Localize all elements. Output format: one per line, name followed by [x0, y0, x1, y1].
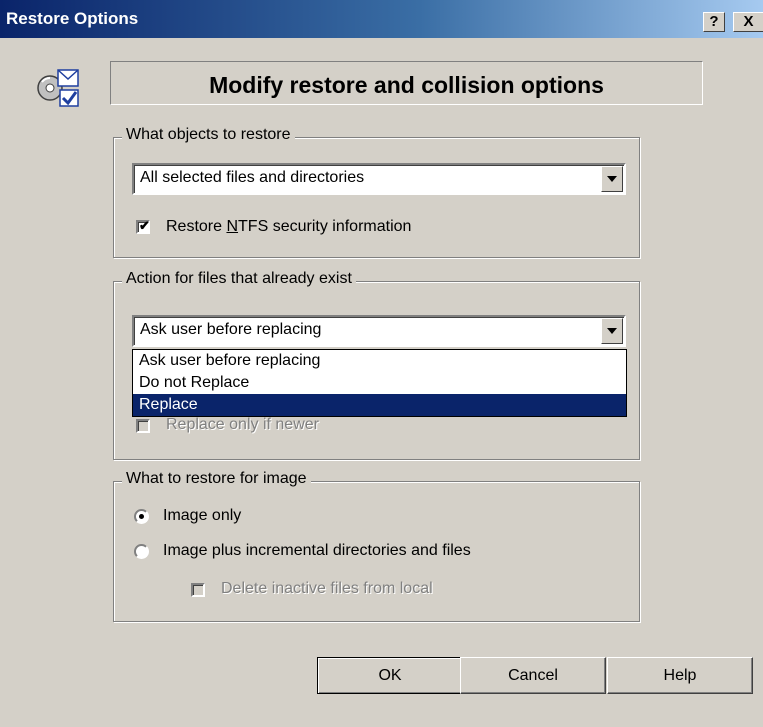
action-group-legend: Action for files that already exist	[122, 270, 356, 288]
chevron-down-icon[interactable]	[601, 166, 623, 192]
ntfs-label-part: TFS security information	[238, 218, 412, 235]
dropdown-option[interactable]: Ask user before replacing	[133, 350, 626, 372]
objects-select[interactable]: All selected files and directories	[132, 163, 626, 195]
image-only-label[interactable]: Image only	[163, 507, 241, 525]
close-icon[interactable]: X	[733, 12, 763, 32]
context-help-icon[interactable]: ?	[703, 12, 725, 32]
image-only-radio[interactable]	[134, 509, 149, 524]
objects-group-legend: What objects to restore	[122, 126, 295, 144]
image-group: What to restore for image Image only Ima…	[113, 470, 640, 622]
ok-button[interactable]: OK	[317, 657, 463, 694]
delete-inactive-label[interactable]: Delete inactive files from local	[221, 580, 433, 598]
dropdown-option[interactable]: Do not Replace	[133, 372, 626, 394]
action-dropdown-list[interactable]: Ask user before replacing Do not Replace…	[132, 349, 627, 417]
chevron-down-icon[interactable]	[601, 318, 623, 344]
ntfs-label[interactable]: Restore NTFS security information	[166, 218, 411, 236]
replace-if-newer-label[interactable]: Replace only if newer	[166, 416, 319, 434]
image-group-legend: What to restore for image	[122, 470, 311, 488]
delete-inactive-checkbox[interactable]	[191, 583, 205, 597]
objects-select-value: All selected files and directories	[140, 169, 365, 186]
radio-selected-dot	[139, 514, 144, 519]
ntfs-label-accelerator: N	[226, 218, 239, 235]
restore-options-dialog: Restore Options ? X Modify restore and c…	[0, 0, 763, 727]
page-title: Modify restore and collision options	[209, 72, 604, 98]
ntfs-label-part: Restore	[166, 218, 227, 235]
action-select-value: Ask user before replacing	[140, 321, 322, 338]
header-banner: Modify restore and collision options	[110, 61, 703, 105]
action-select[interactable]: Ask user before replacing	[132, 315, 626, 347]
restore-icon	[37, 69, 79, 107]
window-title: Restore Options	[6, 9, 139, 28]
dropdown-option-highlighted[interactable]: Replace	[133, 394, 626, 416]
checkmark-icon: ✔	[139, 218, 150, 233]
objects-group: What objects to restore All selected fil…	[113, 126, 640, 258]
image-plus-label[interactable]: Image plus incremental directories and f…	[163, 542, 471, 560]
title-bar[interactable]: Restore Options ? X	[0, 0, 763, 38]
help-button[interactable]: Help	[607, 657, 753, 694]
cancel-button[interactable]: Cancel	[460, 657, 606, 694]
ntfs-checkbox[interactable]: ✔	[136, 218, 150, 234]
replace-if-newer-checkbox[interactable]	[136, 419, 150, 433]
image-plus-radio[interactable]	[134, 544, 149, 559]
